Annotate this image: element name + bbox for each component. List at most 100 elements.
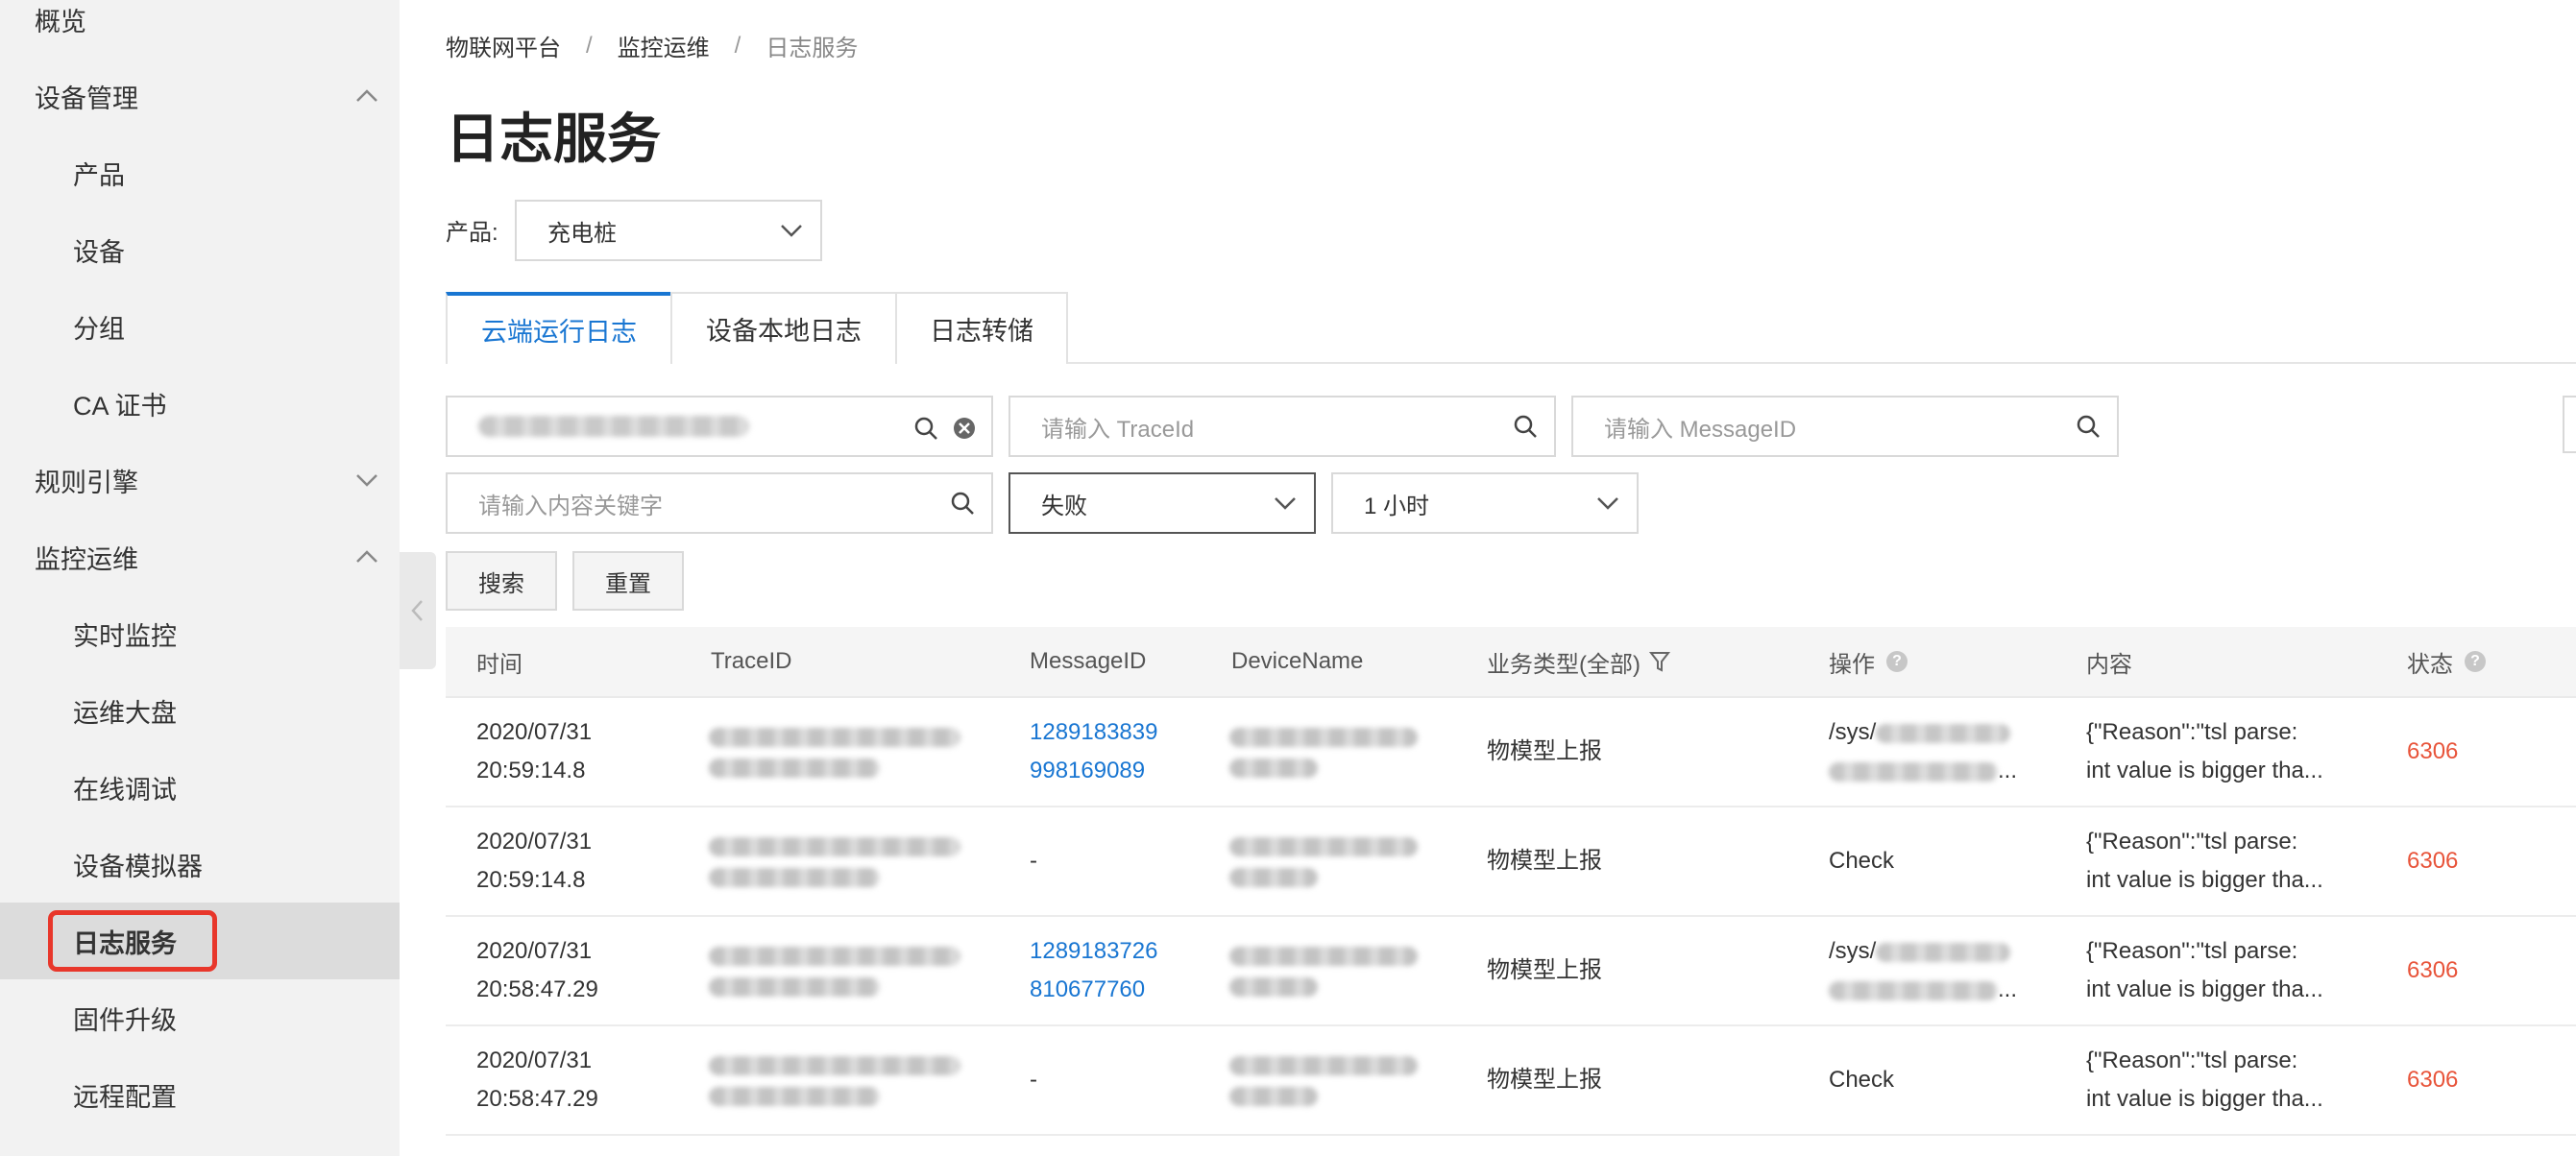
highlight-annotation-box: [48, 910, 217, 972]
trace-id-placeholder: 请输入 TraceId: [1041, 416, 1195, 443]
reset-button[interactable]: 重置: [572, 551, 684, 611]
cell-operation: Check: [1829, 807, 1894, 915]
cell-time-clock: 20:58:47.29: [476, 1086, 598, 1112]
message-id-input[interactable]: 请输入 MessageID: [1571, 396, 2119, 457]
sidebar-item-device-management[interactable]: 设备管理: [0, 58, 400, 134]
cell-biz-type-label: 物模型上报: [1487, 1067, 1602, 1093]
sidebar-item-label: 概览: [35, 7, 86, 36]
cell-biz-type: 物模型上报: [1487, 917, 1602, 1024]
cell-content: {"Reason":"tsl parse: int value is bigger…: [2086, 807, 2323, 915]
sidebar-item-product[interactable]: 产品: [0, 134, 400, 211]
sidebar-item-device[interactable]: 设备: [0, 211, 400, 288]
cell-message-id-part1: 1289183839: [1030, 719, 1158, 745]
cell-biz-type: 物模型上报: [1487, 698, 1602, 806]
chevron-up-icon: [356, 550, 377, 563]
cell-operation-ellipsis: ...: [1998, 758, 2018, 783]
column-header-biz-type[interactable]: 业务类型(全部): [1487, 627, 1671, 696]
sidebar-item-firmware-upgrade[interactable]: 固件升级: [0, 979, 400, 1056]
cell-operation-prefix: /sys/: [1829, 719, 1877, 745]
filter-icon[interactable]: [1648, 649, 1671, 674]
cell-message-id-part1: -: [1030, 848, 1037, 874]
chevron-down-icon: [1597, 497, 1618, 510]
time-range-select-value: 1 小时: [1364, 493, 1430, 519]
sidebar-item-label: CA 证书: [73, 391, 167, 421]
cell-time-clock: 20:58:47.29: [476, 976, 598, 1002]
chevron-down-icon: [781, 225, 802, 237]
cell-content-line2: int value is bigger tha...: [2086, 976, 2323, 1002]
product-select[interactable]: 充电桩: [515, 200, 822, 261]
cell-device-name-redacted: [1229, 917, 1422, 1024]
tab-cloud-log[interactable]: 云端运行日志: [446, 292, 672, 364]
operation-topic-redacted: [1876, 723, 2011, 743]
tab-device-local-log[interactable]: 设备本地日志: [670, 292, 897, 364]
cell-time-date: 2020/07/31: [476, 1048, 593, 1073]
sidebar-item-group[interactable]: 分组: [0, 288, 400, 365]
table-row: 2020/07/31 20:59:14.8 1289183839 998169089…: [446, 698, 2576, 807]
time-range-select[interactable]: 1 小时: [1331, 472, 1639, 534]
cell-message-id: -: [1030, 1026, 1037, 1134]
cell-status-code: 6306: [2407, 957, 2459, 983]
cell-operation-line2: ...: [1829, 971, 2017, 1009]
sidebar-item-overview[interactable]: 概览: [0, 0, 400, 58]
search-button-label: 搜索: [478, 570, 524, 597]
reset-button-label: 重置: [605, 570, 651, 597]
sidebar-item-label: 设备管理: [35, 84, 138, 113]
page-title: 日志服务: [446, 108, 661, 169]
sidebar-item-remote-config[interactable]: 远程配置: [0, 1056, 400, 1133]
tab-label: 日志转储: [930, 317, 1033, 346]
cell-operation-line1: /sys/: [1829, 713, 2017, 752]
search-icon[interactable]: [2075, 413, 2102, 440]
operation-topic-redacted: [1829, 761, 1998, 782]
cell-message-id-part2: 810677760: [1030, 976, 1146, 1002]
sidebar-item-monitoring[interactable]: 监控运维: [0, 518, 400, 595]
cell-message-id-link[interactable]: 1289183839 998169089: [1030, 698, 1157, 806]
breadcrumb-current: 日志服务: [766, 36, 859, 61]
search-icon[interactable]: [949, 490, 976, 517]
sidebar-item-ca-cert[interactable]: CA 证书: [0, 365, 400, 442]
help-icon[interactable]: ?: [2465, 651, 2486, 672]
cell-content-line2: int value is bigger tha...: [2086, 1086, 2323, 1112]
sidebar-item-online-debug[interactable]: 在线调试: [0, 749, 400, 826]
sidebar-item-ops-dashboard[interactable]: 运维大盘: [0, 672, 400, 749]
chevron-down-icon: [356, 474, 377, 487]
sidebar-item-label: 设备: [73, 237, 125, 267]
cell-content: {"Reason":"tsl parse: int value is bigger…: [2086, 917, 2323, 1024]
search-icon[interactable]: [912, 415, 939, 442]
cell-content-line1: {"Reason":"tsl parse:: [2086, 1048, 2298, 1073]
tab-label: 设备本地日志: [706, 317, 862, 346]
offscreen-field-edge[interactable]: [2563, 396, 2576, 453]
device-name-input[interactable]: [446, 396, 993, 457]
breadcrumb-link-iot-platform[interactable]: 物联网平台: [446, 29, 561, 62]
cell-biz-type-label: 物模型上报: [1487, 848, 1602, 874]
search-icon[interactable]: [1512, 413, 1539, 440]
product-select-value: 充电桩: [547, 220, 617, 247]
cell-status: 6306: [2407, 807, 2458, 915]
keyword-input[interactable]: 请输入内容关键字: [446, 472, 993, 534]
cell-time-date: 2020/07/31: [476, 829, 593, 855]
tab-log-dump[interactable]: 日志转储: [895, 292, 1068, 364]
breadcrumb-link-monitoring[interactable]: 监控运维: [618, 29, 710, 62]
trace-id-input[interactable]: 请输入 TraceId: [1009, 396, 1556, 457]
cell-time-date: 2020/07/31: [476, 938, 593, 964]
cell-operation-line1: Check: [1829, 1067, 1895, 1093]
cell-message-id-link[interactable]: 1289183726 810677760: [1030, 917, 1157, 1024]
cell-content: {"Reason":"tsl parse: int value is bigger…: [2086, 698, 2323, 806]
sidebar-item-label: 远程配置: [73, 1082, 177, 1112]
status-select-value: 失败: [1041, 493, 1087, 519]
cell-content-line1: {"Reason":"tsl parse:: [2086, 938, 2298, 964]
cell-status-code: 6306: [2407, 1067, 2459, 1093]
status-select[interactable]: 失败: [1009, 472, 1316, 534]
table-row: 2020/07/31 20:59:14.8 - 物模型上报 Check {"Rea…: [446, 807, 2576, 917]
cell-time: 2020/07/31 20:59:14.8: [476, 807, 592, 915]
cell-message-id-part1: -: [1030, 1067, 1037, 1093]
sidebar-collapse-button[interactable]: [400, 552, 436, 669]
sidebar-item-realtime-monitor[interactable]: 实时监控: [0, 595, 400, 672]
sidebar-item-device-simulator[interactable]: 设备模拟器: [0, 826, 400, 903]
column-header-status-label: 状态: [2407, 651, 2453, 678]
sidebar-item-rule-engine[interactable]: 规则引擎: [0, 442, 400, 518]
search-button[interactable]: 搜索: [446, 551, 557, 611]
sidebar-item-label: 在线调试: [73, 775, 177, 805]
help-icon[interactable]: ?: [1886, 651, 1908, 672]
clear-icon[interactable]: [951, 415, 978, 442]
cell-time: 2020/07/31 20:59:14.8: [476, 698, 592, 806]
